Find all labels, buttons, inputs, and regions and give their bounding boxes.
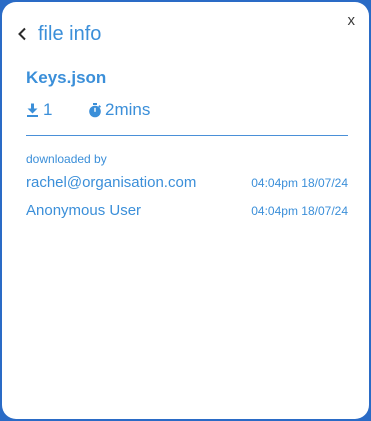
download-entry-user: Anonymous User xyxy=(26,202,142,219)
download-entry: rachel@organisation.com 04:04pm 18/07/24 xyxy=(26,174,348,191)
close-button[interactable]: x xyxy=(348,13,356,28)
dialog-header: file info xyxy=(17,22,101,46)
download-icon xyxy=(27,103,38,117)
download-entry-time: 04:04pm 18/07/24 xyxy=(251,204,348,218)
stopwatch-icon xyxy=(89,102,102,117)
download-count: 1 xyxy=(26,100,88,120)
back-button[interactable] xyxy=(17,24,31,44)
download-count-value: 1 xyxy=(43,100,53,119)
file-info-dialog: x file info Keys.json 1 2mins downloaded… xyxy=(2,2,369,419)
expiry-time: 2mins xyxy=(88,100,150,120)
dialog-title: file info xyxy=(38,23,102,45)
downloaded-by-label: downloaded by xyxy=(26,152,107,166)
chevron-left-icon xyxy=(18,27,26,41)
expiry-time-value: 2mins xyxy=(105,100,151,119)
download-entry: Anonymous User 04:04pm 18/07/24 xyxy=(26,202,348,219)
file-name: Keys.json xyxy=(26,68,107,87)
divider xyxy=(26,135,348,136)
download-entry-user: rachel@organisation.com xyxy=(26,174,197,191)
file-stats: 1 2mins xyxy=(26,99,150,121)
download-entry-time: 04:04pm 18/07/24 xyxy=(251,176,348,190)
